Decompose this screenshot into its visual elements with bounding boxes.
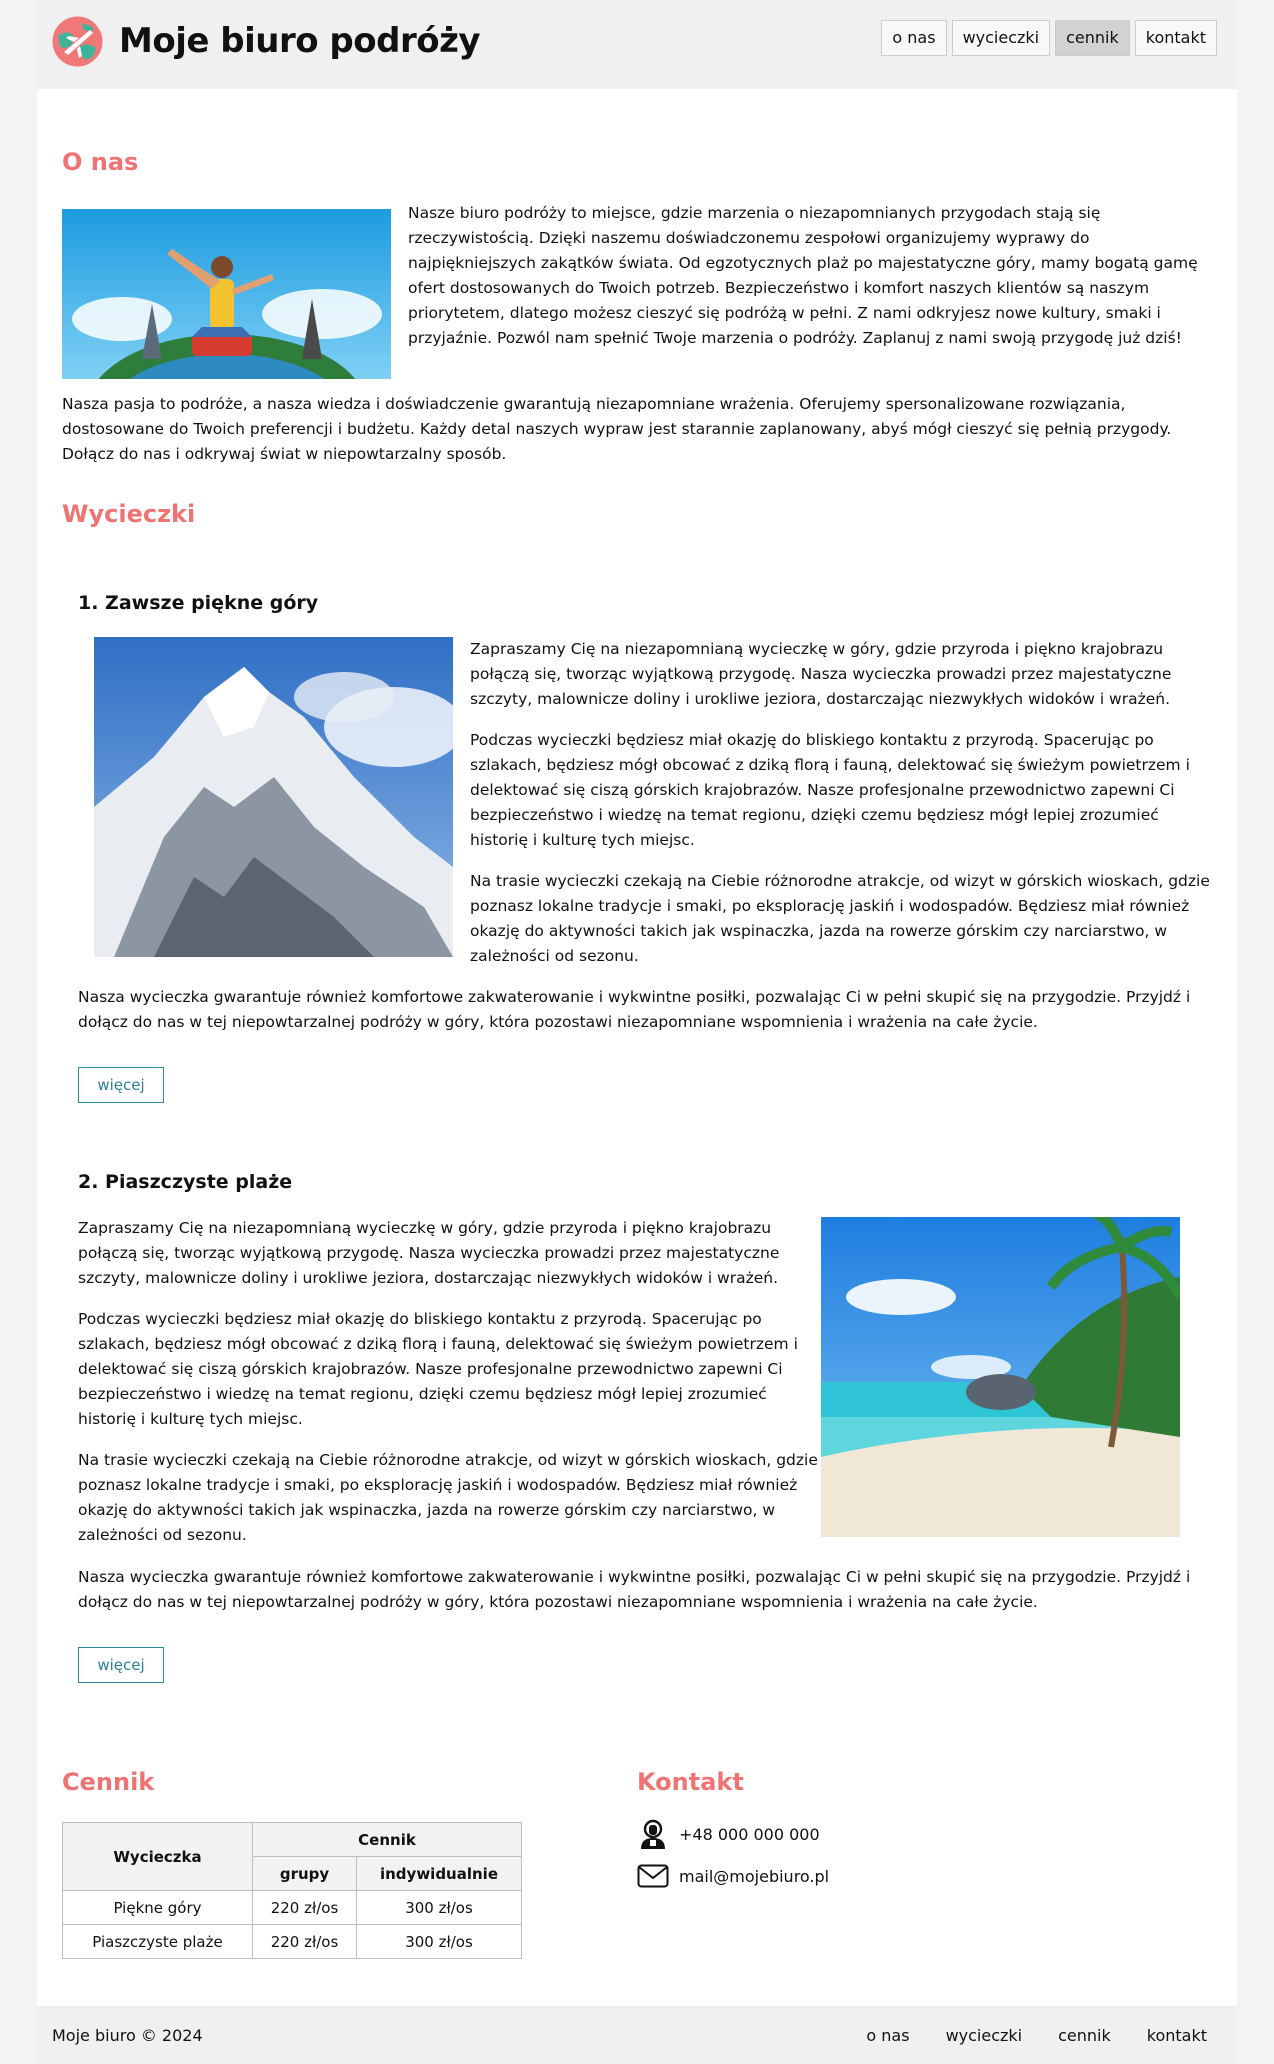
trip-1-paragraph-3: Na trasie wycieczki czekają na Ciebie ró… (470, 872, 1210, 965)
pricing-header-trip: Wycieczka (62, 1822, 253, 1891)
pricing-cell-individual: 300 zł/os (356, 1924, 522, 1959)
pricing-cell-name: Piękne góry (62, 1890, 253, 1925)
trip-2-title: 2. Piaszczyste plaże (78, 1171, 293, 1193)
pricing-cell-groups: 220 zł/os (252, 1924, 357, 1959)
envelope-icon (637, 1864, 669, 1888)
pricing-cell-individual: 300 zł/os (356, 1890, 522, 1925)
contact-phone[interactable]: +48 000 000 000 (679, 1825, 820, 1844)
contact-email-row: mail@mojebiuro.pl (637, 1864, 829, 1888)
about-paragraph-2: Nasza pasja to podróże, a nasza wiedza i… (62, 395, 1172, 463)
pricing-cell-name: Piaszczyste plaże (62, 1924, 253, 1959)
site-header: Moje biuro podróży o nas wycieczki cenni… (37, 0, 1237, 89)
footer-link-about[interactable]: o nas (866, 2026, 909, 2045)
trip-2-more-button[interactable]: więcej (78, 1647, 164, 1683)
mountain-image (94, 637, 453, 957)
trip-1-paragraph-1: Zapraszamy Cię na niezapomnianą wycieczk… (470, 640, 1172, 708)
trip-2-paragraph-4: Nasza wycieczka gwarantuje również komfo… (78, 1568, 1191, 1611)
nav-link-trips[interactable]: wycieczki (951, 20, 1051, 56)
trip-1-paragraph-2: Podczas wycieczki będziesz miał okazję d… (470, 731, 1190, 849)
pricing-table: Wycieczka Cennik grupy indywidualnie Pię… (62, 1822, 522, 1959)
about-traveler-image (62, 209, 391, 379)
about-paragraph-1: Nasze biuro podróży to miejsce, gdzie ma… (408, 204, 1198, 347)
pricing-cell-groups: 220 zł/os (252, 1890, 357, 1925)
nav-link-pricing[interactable]: cennik (1055, 20, 1130, 56)
site-title: Moje biuro podróży (119, 21, 481, 61)
nav-link-contact[interactable]: kontakt (1134, 20, 1217, 56)
trip-1-more-button[interactable]: więcej (78, 1067, 164, 1103)
nav-link-about[interactable]: o nas (881, 20, 947, 56)
pricing-header-individual: indywidualnie (356, 1856, 522, 1891)
trips-title: Wycieczki (62, 500, 196, 528)
pricing-header-price: Cennik (252, 1822, 522, 1857)
trip-1-title: 1. Zawsze piękne góry (78, 592, 319, 614)
logo-plane-globe-icon[interactable] (52, 16, 103, 67)
contact-phone-row: +48 000 000 000 (637, 1818, 820, 1850)
contact-email[interactable]: mail@mojebiuro.pl (679, 1867, 829, 1886)
pricing-header-groups: grupy (252, 1856, 357, 1891)
top-nav: o nas wycieczki cennik kontakt (881, 20, 1217, 56)
footer-copyright: Moje biuro © 2024 (52, 2026, 203, 2045)
contact-title: Kontakt (637, 1768, 744, 1796)
trip-2-paragraph-1: Zapraszamy Cię na niezapomnianą wycieczk… (78, 1219, 780, 1287)
about-more-text: Nasza pasja to podróże, a nasza wiedza i… (62, 392, 1222, 467)
trip-2-paragraph-2: Podczas wycieczki będziesz miał okazję d… (78, 1310, 798, 1428)
site-footer: Moje biuro © 2024 o nas wycieczki cennik… (37, 2006, 1237, 2064)
trip-1-summary: Nasza wycieczka gwarantuje również komfo… (78, 985, 1223, 1035)
trip-1-paragraph-4: Nasza wycieczka gwarantuje również komfo… (78, 988, 1191, 1031)
footer-nav: o nas wycieczki cennik kontakt (866, 2026, 1207, 2045)
footer-link-contact[interactable]: kontakt (1147, 2026, 1207, 2045)
footer-link-trips[interactable]: wycieczki (946, 2026, 1023, 2045)
beach-image (821, 1217, 1180, 1537)
page: Moje biuro podróży o nas wycieczki cenni… (37, 0, 1237, 2064)
phone-operator-icon (641, 1819, 665, 1849)
trip-1-text: Zapraszamy Cię na niezapomnianą wycieczk… (470, 637, 1220, 969)
trip-2-paragraph-3: Na trasie wycieczki czekają na Ciebie ró… (78, 1451, 818, 1544)
pricing-title: Cennik (62, 1768, 155, 1796)
trip-2-summary: Nasza wycieczka gwarantuje również komfo… (78, 1565, 1223, 1615)
about-title: O nas (62, 148, 139, 176)
table-row: Piękne góry 220 zł/os 300 zł/os (62, 1890, 522, 1925)
trip-2-text: Zapraszamy Cię na niezapomnianą wycieczk… (78, 1216, 818, 1548)
footer-link-pricing[interactable]: cennik (1058, 2026, 1111, 2045)
about-intro-text: Nasze biuro podróży to miejsce, gdzie ma… (408, 201, 1218, 351)
table-row: Piaszczyste plaże 220 zł/os 300 zł/os (62, 1924, 522, 1959)
